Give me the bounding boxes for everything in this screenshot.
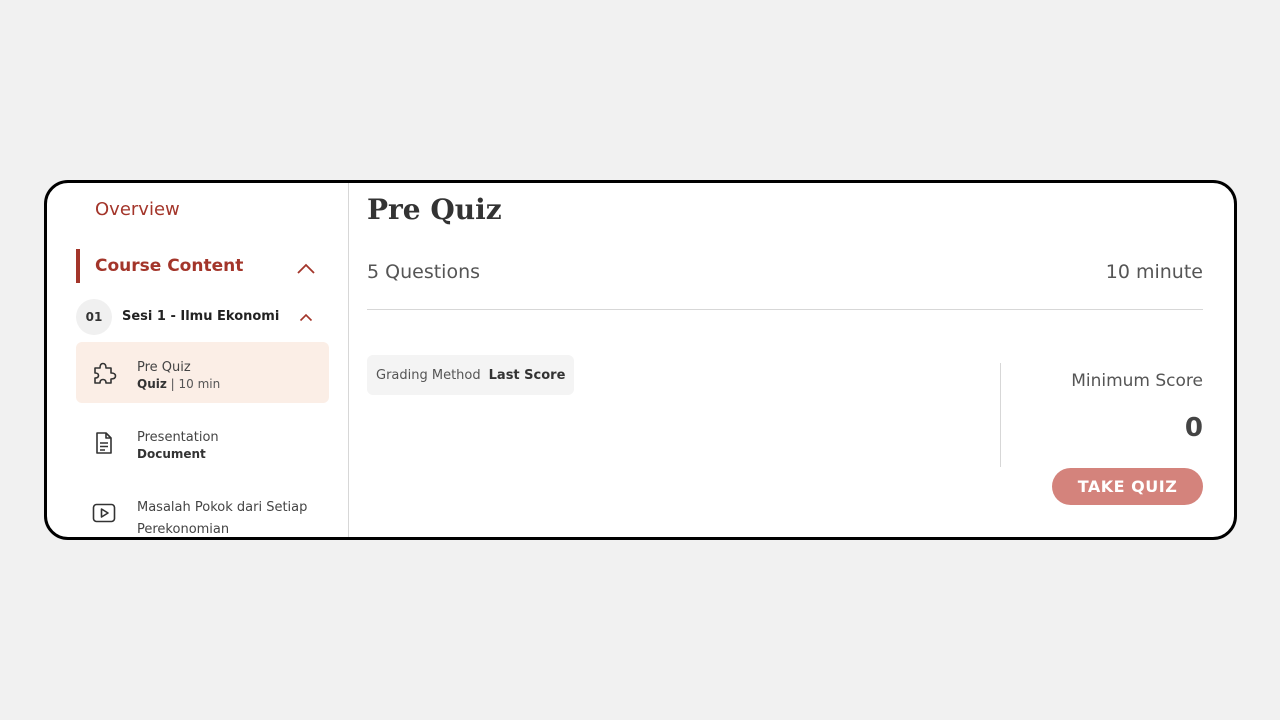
item-name: Masalah Pokok dari Setiap Perekonomian — [137, 500, 308, 537]
sidebar: Overview Course Content 01 Sesi 1 - Ilmu… — [47, 183, 349, 537]
item-name: Presentation — [137, 430, 219, 445]
puzzle-icon — [94, 362, 117, 384]
document-icon — [96, 432, 112, 454]
course-content-header[interactable]: Course Content — [95, 256, 243, 276]
minimum-score-label: Minimum Score — [1071, 371, 1203, 391]
grading-method-label: Grading Method — [376, 367, 481, 383]
page-title: Pre Quiz — [367, 193, 502, 226]
content-item-video[interactable]: Masalah Pokok dari Setiap Perekonomian — [76, 482, 329, 537]
play-video-icon — [92, 503, 116, 523]
overview-link[interactable]: Overview — [95, 199, 180, 220]
item-meta: Document — [137, 447, 206, 461]
main-content: Pre Quiz 5 Questions 10 minute Grading M… — [367, 183, 1234, 537]
quiz-duration: 10 minute — [1105, 261, 1203, 283]
chevron-up-icon[interactable] — [299, 313, 313, 322]
content-item-pre-quiz[interactable]: Pre Quiz Quiz | 10 min — [76, 342, 329, 403]
session-title[interactable]: Sesi 1 - Ilmu Ekonomi — [122, 309, 279, 324]
item-type: Document — [137, 447, 206, 461]
session-number-badge: 01 — [76, 299, 112, 335]
take-quiz-button[interactable]: TAKE QUIZ — [1052, 468, 1203, 505]
course-panel: Overview Course Content 01 Sesi 1 - Ilmu… — [44, 180, 1237, 540]
grading-method-value: Last Score — [488, 367, 566, 383]
grading-method-badge: Grading Method Last Score — [367, 355, 575, 395]
vertical-divider — [1000, 363, 1001, 467]
chevron-up-icon[interactable] — [296, 263, 316, 275]
item-meta: Quiz | 10 min — [137, 377, 220, 391]
item-type: Quiz — [137, 377, 167, 391]
item-duration: | 10 min — [166, 377, 221, 391]
question-count: 5 Questions — [367, 261, 481, 283]
active-section-indicator — [76, 249, 80, 283]
content-item-presentation[interactable]: Presentation Document — [76, 412, 329, 473]
item-name: Pre Quiz — [137, 360, 191, 375]
divider — [367, 309, 1203, 310]
minimum-score-value: 0 — [1184, 413, 1203, 443]
